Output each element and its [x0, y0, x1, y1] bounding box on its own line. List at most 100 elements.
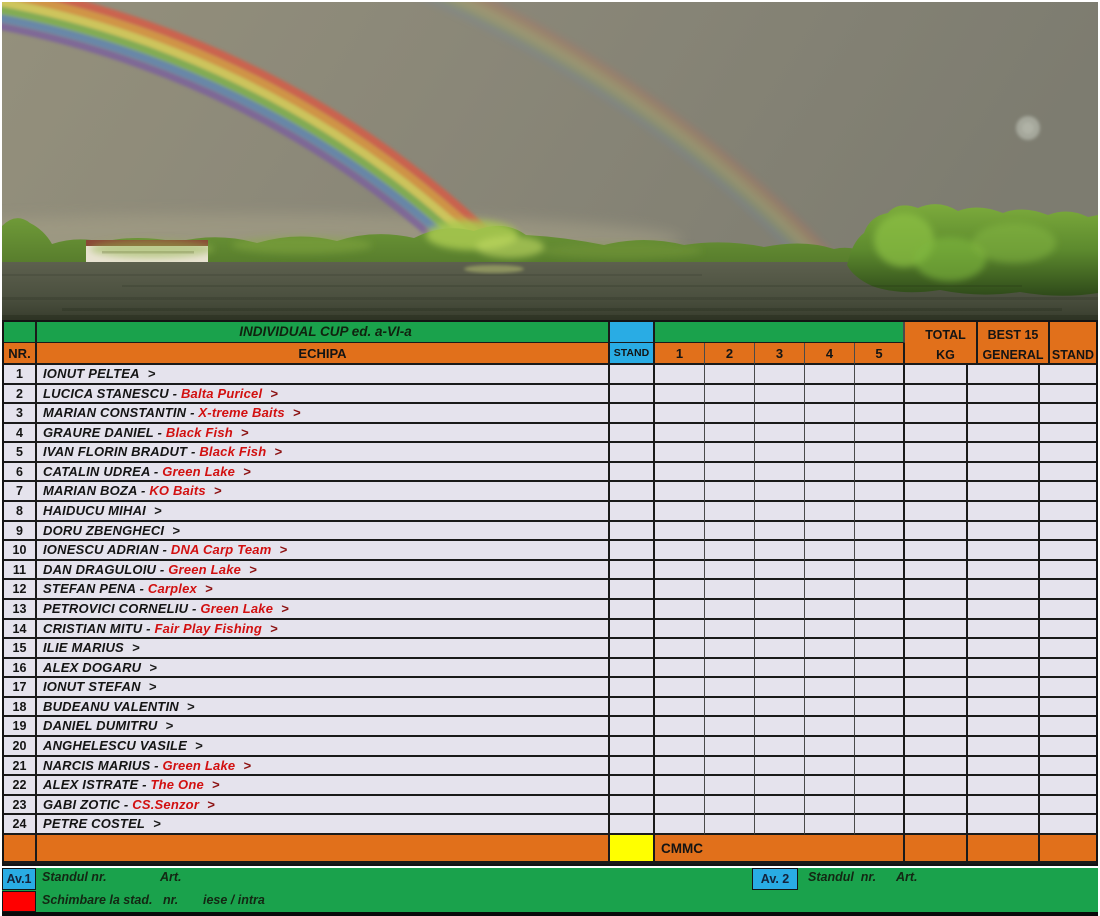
- best15-cell: [968, 482, 1040, 502]
- score-cell-3: [755, 522, 805, 542]
- score-cell-3: [755, 698, 805, 718]
- table-row: 21 NARCIS MARIUS - Green Lake>: [4, 757, 1096, 777]
- row-name: ALEX DOGARU: [43, 660, 141, 675]
- best15-cell: [968, 580, 1040, 600]
- row-nr: 20: [4, 737, 37, 757]
- row-nr: 7: [4, 482, 37, 502]
- stand2-cell: [1040, 522, 1096, 542]
- row-nr: 19: [4, 717, 37, 737]
- row-arrow: >: [149, 679, 157, 694]
- score-cell-1: [655, 796, 705, 816]
- row-arrow: >: [274, 444, 282, 459]
- stand-cell: [610, 385, 655, 405]
- stand2-cell: [1040, 482, 1096, 502]
- best15-cell: [968, 815, 1040, 835]
- row-nr: 5: [4, 443, 37, 463]
- stand2-cell: [1040, 737, 1096, 757]
- summary-best-cell: [968, 835, 1040, 864]
- table-header: INDIVIDUAL CUP ed. a-VI-a NR. ECHIPA STA…: [4, 322, 1096, 365]
- stand-cell: [610, 502, 655, 522]
- row-arrow: >: [293, 405, 301, 420]
- score-cell-3: [755, 737, 805, 757]
- stand2-cell: [1040, 776, 1096, 796]
- score-cell-1: [655, 580, 705, 600]
- table-row: 19 DANIEL DUMITRU>: [4, 717, 1096, 737]
- table-row: 16 ALEX DOGARU>: [4, 659, 1096, 679]
- col-header-best15-general: BEST 15 GENERAL: [978, 322, 1050, 365]
- table-row: 3 MARIAN CONSTANTIN - X-treme Baits>: [4, 404, 1096, 424]
- row-name-cell: STEFAN PENA - Carplex>: [37, 580, 610, 600]
- row-name-cell: CRISTIAN MITU - Fair Play Fishing>: [37, 620, 610, 640]
- row-nr: 3: [4, 404, 37, 424]
- row-name-cell: IONESCU ADRIAN - DNA Carp Team>: [37, 541, 610, 561]
- score-cell-5: [855, 424, 905, 444]
- stand2-cell: [1040, 385, 1096, 405]
- score-cell-4: [805, 815, 855, 835]
- score-cell-1: [655, 757, 705, 777]
- score-cell-2: [705, 365, 755, 385]
- best15-cell: [968, 522, 1040, 542]
- stand2-cell: [1040, 600, 1096, 620]
- total-kg-cell: [905, 561, 968, 581]
- table-row: 15 ILIE MARIUS>: [4, 639, 1096, 659]
- score-cell-5: [855, 443, 905, 463]
- row-team: The One: [150, 777, 203, 792]
- table-row: 5 IVAN FLORIN BRADUT - Black Fish>: [4, 443, 1096, 463]
- score-cell-5: [855, 463, 905, 483]
- row-nr: 16: [4, 659, 37, 679]
- score-cell-5: [855, 659, 905, 679]
- table-row: 7 MARIAN BOZA - KO Baits>: [4, 482, 1096, 502]
- score-cell-2: [705, 815, 755, 835]
- stand-cell: [610, 678, 655, 698]
- score-cell-5: [855, 678, 905, 698]
- score-cell-1: [655, 541, 705, 561]
- score-cell-4: [805, 365, 855, 385]
- score-cell-5: [855, 561, 905, 581]
- summary-stand-cell[interactable]: [610, 835, 655, 864]
- av1-art-label: Art.: [160, 870, 182, 884]
- total-line1: TOTAL: [915, 325, 976, 345]
- stand2-cell: [1040, 717, 1096, 737]
- stand2-cell: [1040, 443, 1096, 463]
- best15-cell: [968, 541, 1040, 561]
- score-cell-2: [705, 717, 755, 737]
- score-cell-3: [755, 443, 805, 463]
- row-name-cell: ALEX ISTRATE - The One>: [37, 776, 610, 796]
- best15-cell: [968, 757, 1040, 777]
- score-cell-2: [705, 502, 755, 522]
- score-cell-1: [655, 600, 705, 620]
- row-name-cell: ALEX DOGARU>: [37, 659, 610, 679]
- score-cell-1: [655, 620, 705, 640]
- stand-cell: [610, 522, 655, 542]
- row-name-cell: ANGHELESCU VASILE>: [37, 737, 610, 757]
- table-row: 13 PETROVICI CORNELIU - Green Lake>: [4, 600, 1096, 620]
- best15-cell: [968, 698, 1040, 718]
- row-nr: 15: [4, 639, 37, 659]
- score-cell-5: [855, 717, 905, 737]
- score-cell-3: [755, 561, 805, 581]
- stand-cell: [610, 600, 655, 620]
- av2-standul-label: Standul nr.: [808, 870, 876, 884]
- total-kg-cell: [905, 463, 968, 483]
- score-rows: 1 IONUT PELTEA> 2 LUCICA STANESCU - Balt…: [4, 365, 1096, 835]
- stand-cell: [610, 757, 655, 777]
- score-cell-1: [655, 737, 705, 757]
- row-nr: 18: [4, 698, 37, 718]
- row-arrow: >: [166, 718, 174, 733]
- row-arrow: >: [153, 816, 161, 831]
- rainbow-reflection: [464, 265, 524, 273]
- total-kg-cell: [905, 659, 968, 679]
- row-nr: 22: [4, 776, 37, 796]
- score-cell-3: [755, 776, 805, 796]
- score-cell-4: [805, 502, 855, 522]
- row-name: IONESCU ADRIAN -: [43, 542, 171, 557]
- stand2-cell: [1040, 620, 1096, 640]
- score-cell-2: [705, 541, 755, 561]
- stand-cell: [610, 463, 655, 483]
- row-arrow: >: [279, 542, 287, 557]
- row-nr: 1: [4, 365, 37, 385]
- score-cell-2: [705, 698, 755, 718]
- score-cell-3: [755, 815, 805, 835]
- table-row: 18 BUDEANU VALENTIN>: [4, 698, 1096, 718]
- total-kg-cell: [905, 482, 968, 502]
